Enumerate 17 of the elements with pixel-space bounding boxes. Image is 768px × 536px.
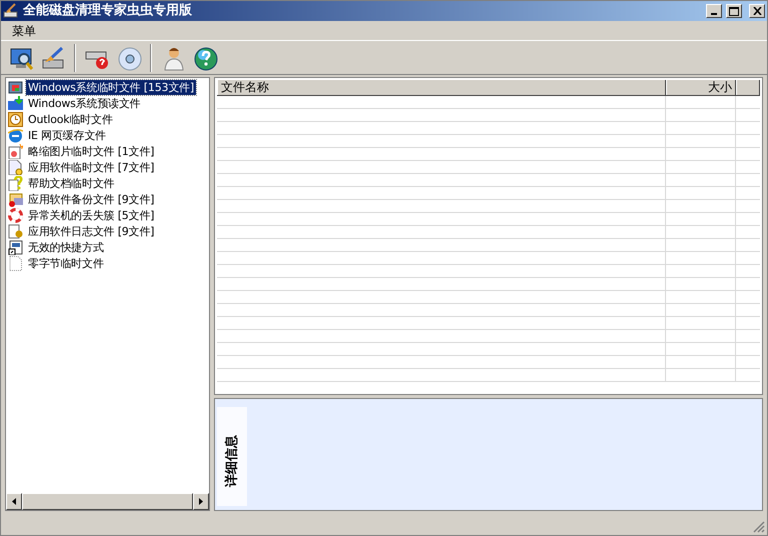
- tree-item[interactable]: 帮助文档临时文件: [26, 176, 116, 190]
- column-header[interactable]: 大小: [666, 80, 736, 95]
- column-header[interactable]: 文件名称: [217, 80, 666, 95]
- tree-item[interactable]: Windows系统临时文件 [153文件]: [26, 80, 196, 94]
- tree-item[interactable]: 无效的快捷方式: [26, 240, 106, 254]
- menu-item[interactable]: 菜单: [9, 22, 39, 40]
- tree-item[interactable]: 应用软件临时文件 [7文件]: [26, 160, 156, 174]
- details-label: 详细信息: [223, 434, 240, 486]
- tree-item[interactable]: 异常关机的丢失簇 [5文件]: [26, 208, 156, 222]
- tree-item[interactable]: 略缩图片临时文件 [1文件]: [26, 144, 156, 158]
- tree-item[interactable]: 应用软件备份文件 [9文件]: [26, 192, 156, 206]
- tree-item[interactable]: Windows系统预读文件: [26, 96, 143, 110]
- tree-item[interactable]: Outlook临时文件: [26, 112, 115, 126]
- tree-item[interactable]: IE 网页缓存文件: [26, 128, 108, 142]
- tree-item[interactable]: 零字节临时文件: [26, 256, 106, 270]
- tree-item[interactable]: 应用软件日志文件 [9文件]: [26, 224, 156, 238]
- window-title: 全能磁盘清理专家虫虫专用版: [23, 2, 193, 20]
